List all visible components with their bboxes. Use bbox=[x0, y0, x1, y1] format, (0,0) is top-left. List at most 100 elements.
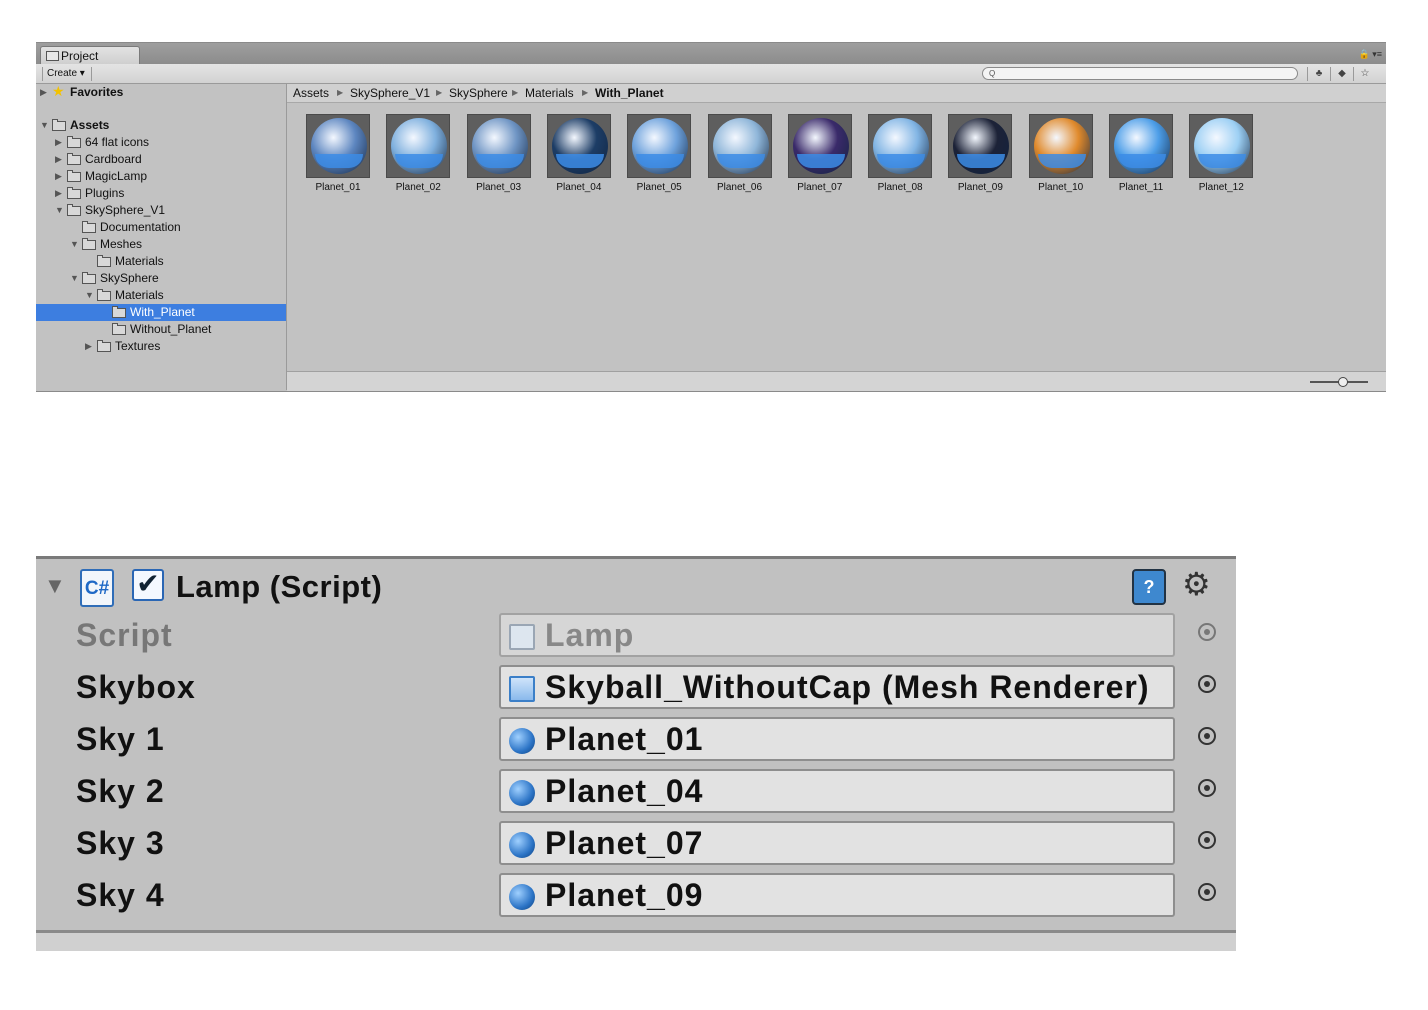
asset-item[interactable]: Planet_12 bbox=[1186, 114, 1256, 194]
breadcrumb-item[interactable]: SkySphere bbox=[449, 84, 508, 102]
tree-item[interactable]: Without_Planet bbox=[36, 321, 286, 338]
tree-item[interactable]: ▶ Textures bbox=[36, 338, 286, 355]
breadcrumb-item[interactable]: Assets bbox=[293, 84, 329, 102]
collapsed-arrow-icon[interactable]: ▶ bbox=[55, 168, 62, 185]
breadcrumb-separator-icon: ▶ bbox=[337, 88, 344, 97]
favorite-star-icon[interactable]: ☆ bbox=[1353, 67, 1376, 81]
expanded-arrow-icon[interactable]: ▼ bbox=[70, 236, 79, 253]
collapsed-arrow-icon[interactable]: ▶ bbox=[55, 185, 62, 202]
tree-item[interactable]: Materials bbox=[36, 253, 286, 270]
material-sphere-icon bbox=[792, 118, 849, 174]
asset-item[interactable]: Planet_09 bbox=[945, 114, 1015, 194]
object-field[interactable]: Planet_04 bbox=[499, 769, 1175, 813]
tab-project[interactable]: Project bbox=[40, 46, 140, 64]
expanded-arrow-icon[interactable]: ▼ bbox=[55, 202, 64, 219]
tree-item-label: 64 flat icons bbox=[85, 135, 150, 149]
object-picker-icon[interactable] bbox=[1198, 779, 1216, 797]
asset-item[interactable]: Planet_08 bbox=[865, 114, 935, 194]
tree-item[interactable]: ▶ ★ Favorites bbox=[36, 83, 286, 101]
gear-icon[interactable]: ⚙ bbox=[1182, 565, 1211, 603]
folder-icon bbox=[67, 170, 81, 182]
lock-menu-icon[interactable]: 🔒 ▾≡ bbox=[1359, 49, 1382, 60]
asset-label: Planet_07 bbox=[797, 182, 843, 193]
tree-item[interactable]: ▼ Materials bbox=[36, 287, 286, 304]
field-row-sky-2: Sky 2 Planet_04 bbox=[36, 769, 1236, 821]
breadcrumb-item[interactable]: With_Planet bbox=[595, 84, 664, 102]
tree-item[interactable]: ▶ 64 flat icons bbox=[36, 134, 286, 151]
asset-label: Planet_06 bbox=[716, 182, 763, 193]
enabled-checkbox[interactable]: ✔ bbox=[132, 569, 164, 601]
filter-by-type-icon[interactable]: ♣ bbox=[1307, 67, 1330, 81]
asset-item[interactable]: Planet_05 bbox=[624, 114, 694, 194]
asset-item[interactable]: Planet_07 bbox=[785, 114, 855, 194]
help-book-icon[interactable]: ? bbox=[1132, 569, 1166, 605]
zoom-slider-handle[interactable] bbox=[1338, 377, 1348, 387]
asset-item[interactable]: Planet_03 bbox=[464, 114, 534, 194]
tree-item[interactable]: ▶ Cardboard bbox=[36, 151, 286, 168]
collapsed-arrow-icon[interactable]: ▶ bbox=[85, 338, 92, 355]
tree-item-label: SkySphere bbox=[100, 271, 159, 285]
expanded-arrow-icon[interactable]: ▼ bbox=[70, 270, 79, 287]
object-field[interactable]: Planet_07 bbox=[499, 821, 1175, 865]
asset-label: Planet_04 bbox=[556, 182, 602, 193]
collapsed-arrow-icon[interactable]: ▶ bbox=[55, 151, 62, 168]
folder-icon bbox=[46, 51, 59, 61]
breadcrumb-item[interactable]: SkySphere_V1 bbox=[350, 84, 430, 102]
material-sphere-icon bbox=[632, 118, 689, 174]
create-button[interactable]: Create ▾ bbox=[42, 67, 92, 81]
object-picker-icon[interactable] bbox=[1198, 727, 1216, 745]
asset-label: Planet_12 bbox=[1198, 182, 1244, 193]
asset-item[interactable]: Planet_11 bbox=[1106, 114, 1176, 194]
object-field[interactable]: Planet_09 bbox=[499, 873, 1175, 917]
expanded-arrow-icon[interactable]: ▼ bbox=[40, 117, 49, 134]
tree-item[interactable]: ▶ MagicLamp bbox=[36, 168, 286, 185]
asset-item[interactable]: Planet_04 bbox=[544, 114, 614, 194]
foldout-arrow-icon[interactable]: ▼ bbox=[44, 573, 66, 599]
folder-tree: ▶ ★ Favorites ▼ Assets ▶ 64 flat icons ▶ Cardboa… bbox=[36, 83, 287, 390]
object-picker-icon[interactable] bbox=[1198, 675, 1216, 693]
expanded-arrow-icon[interactable]: ▼ bbox=[85, 287, 94, 304]
folder-icon bbox=[82, 272, 96, 284]
filter-by-label-icon[interactable]: ◆ bbox=[1330, 67, 1353, 81]
script-file-icon bbox=[509, 624, 535, 650]
tree-item-label: MagicLamp bbox=[85, 169, 148, 183]
material-sphere-icon bbox=[509, 780, 535, 806]
tree-item[interactable]: With_Planet bbox=[36, 304, 286, 321]
tree-item-label: SkySphere_V1 bbox=[85, 203, 166, 217]
object-field[interactable]: Skyball_WithoutCap (Mesh Renderer) bbox=[499, 665, 1175, 709]
field-value: Planet_01 bbox=[545, 721, 704, 757]
object-picker-icon[interactable] bbox=[1198, 831, 1216, 849]
material-thumbnail bbox=[627, 114, 692, 178]
field-label: Sky 1 bbox=[76, 721, 165, 757]
tree-item[interactable]: ▼ Assets bbox=[36, 117, 286, 134]
object-picker-icon[interactable] bbox=[1198, 883, 1216, 901]
asset-item[interactable]: Planet_06 bbox=[705, 114, 775, 194]
tree-item-label: Materials bbox=[115, 254, 164, 268]
folder-icon bbox=[97, 340, 111, 352]
tree-item[interactable]: ▼ SkySphere bbox=[36, 270, 286, 287]
asset-item[interactable]: Planet_10 bbox=[1026, 114, 1096, 194]
collapsed-arrow-icon[interactable]: ▶ bbox=[40, 84, 47, 101]
material-thumbnail bbox=[707, 114, 772, 178]
asset-item[interactable]: Planet_02 bbox=[383, 114, 453, 194]
tree-item[interactable]: ▼ SkySphere_V1 bbox=[36, 202, 286, 219]
search-input[interactable]: Q bbox=[982, 67, 1298, 80]
folder-icon bbox=[82, 221, 96, 233]
filter-buttons: ♣ ◆ ☆ bbox=[1307, 67, 1376, 81]
material-sphere-icon bbox=[1033, 118, 1090, 174]
collapsed-arrow-icon[interactable]: ▶ bbox=[55, 134, 62, 151]
tree-item[interactable]: Documentation bbox=[36, 219, 286, 236]
search-icon: Q bbox=[989, 69, 996, 78]
folder-icon bbox=[82, 238, 96, 250]
tree-item[interactable]: ▶ Plugins bbox=[36, 185, 286, 202]
asset-item[interactable]: Planet_01 bbox=[303, 114, 373, 194]
project-toolbar: Create ▾ Q ♣ ◆ ☆ bbox=[36, 64, 1386, 84]
folder-icon bbox=[67, 153, 81, 165]
asset-label: Planet_10 bbox=[1038, 182, 1084, 193]
object-field[interactable]: Planet_01 bbox=[499, 717, 1175, 761]
breadcrumb-item[interactable]: Materials bbox=[525, 84, 574, 102]
asset-label: Planet_01 bbox=[315, 182, 361, 193]
tree-item-label: Cardboard bbox=[85, 152, 142, 166]
material-sphere-icon bbox=[873, 118, 930, 174]
tree-item[interactable]: ▼ Meshes bbox=[36, 236, 286, 253]
